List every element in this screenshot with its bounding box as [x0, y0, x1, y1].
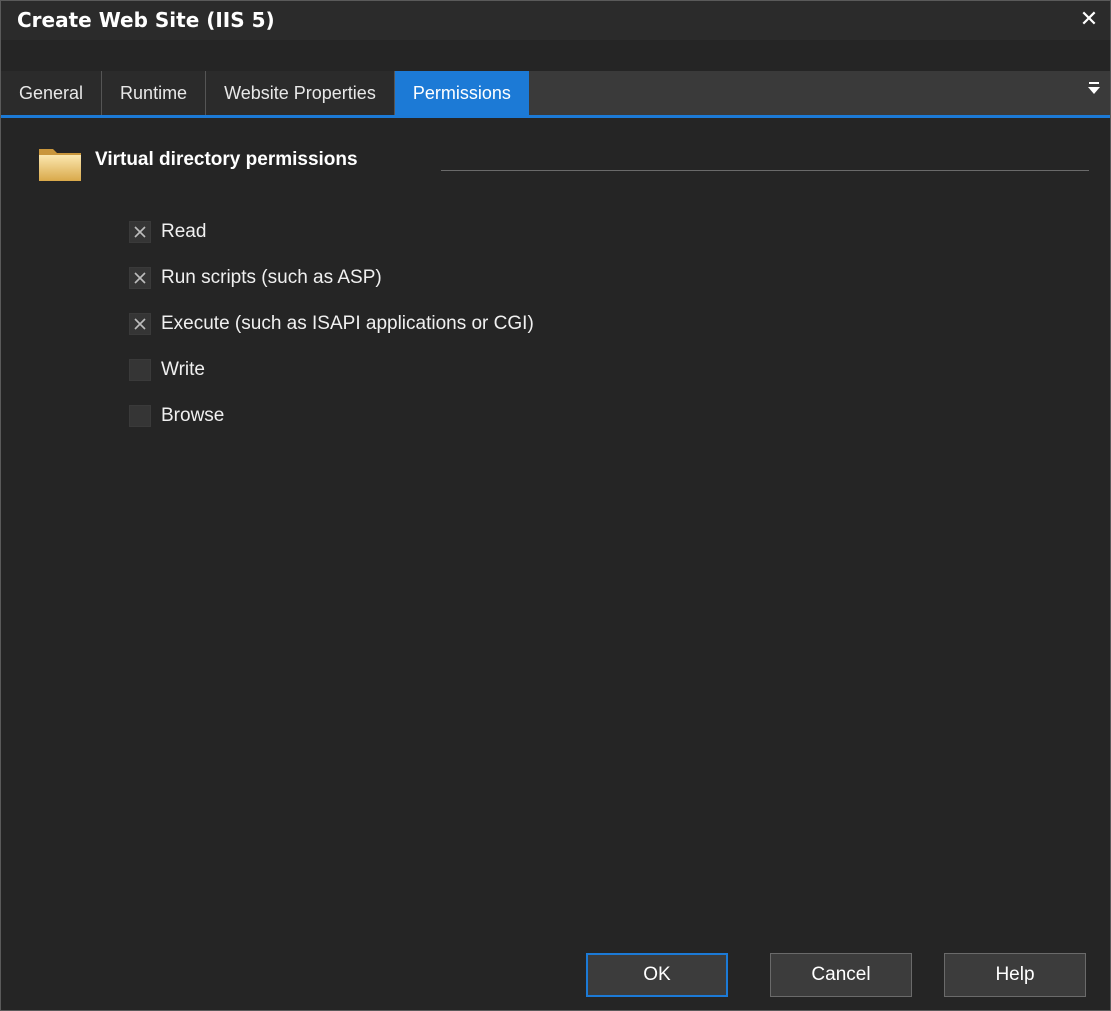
- ok-button[interactable]: OK: [586, 953, 728, 997]
- tab-runtime[interactable]: Runtime: [102, 71, 207, 115]
- title-bar: Create Web Site (IIS 5) ✕: [1, 1, 1110, 40]
- close-icon[interactable]: ✕: [1074, 3, 1104, 35]
- checkbox-box[interactable]: [129, 221, 151, 243]
- folder-icon: [39, 149, 81, 181]
- checkbox-box[interactable]: [129, 267, 151, 289]
- check-x-icon: [134, 318, 146, 330]
- permissions-list: Read Run scripts (such as ASP) Execute (…: [129, 209, 534, 439]
- tab-underline: [1, 115, 1110, 118]
- checkbox-execute[interactable]: Execute (such as ISAPI applications or C…: [129, 301, 534, 347]
- group-title: Virtual directory permissions: [95, 149, 358, 170]
- checkbox-label: Write: [161, 359, 205, 380]
- tab-permissions[interactable]: Permissions: [394, 71, 529, 115]
- checkbox-browse[interactable]: Browse: [129, 393, 534, 439]
- checkbox-label: Run scripts (such as ASP): [161, 267, 382, 288]
- checkbox-box[interactable]: [129, 405, 151, 427]
- tab-general[interactable]: General: [1, 71, 103, 115]
- checkbox-run-scripts[interactable]: Run scripts (such as ASP): [129, 255, 534, 301]
- group-divider: [441, 170, 1089, 171]
- checkbox-read[interactable]: Read: [129, 209, 534, 255]
- checkbox-box[interactable]: [129, 313, 151, 335]
- checkbox-label: Execute (such as ISAPI applications or C…: [161, 313, 534, 334]
- group-header: Virtual directory permissions: [37, 143, 1097, 183]
- checkbox-write[interactable]: Write: [129, 347, 534, 393]
- checkbox-label: Browse: [161, 405, 225, 426]
- help-button[interactable]: Help: [944, 953, 1086, 997]
- dialog: Create Web Site (IIS 5) ✕ General Runtim…: [0, 0, 1111, 1011]
- window-title: Create Web Site (IIS 5): [17, 8, 275, 32]
- tab-website-properties[interactable]: Website Properties: [206, 71, 395, 115]
- tab-overflow-menu-icon[interactable]: [1084, 79, 1104, 107]
- tab-list: General Runtime Website Properties Permi…: [1, 71, 529, 115]
- checkbox-box[interactable]: [129, 359, 151, 381]
- check-x-icon: [134, 226, 146, 238]
- checkbox-label: Read: [161, 221, 207, 242]
- cancel-button[interactable]: Cancel: [770, 953, 912, 997]
- check-x-icon: [134, 272, 146, 284]
